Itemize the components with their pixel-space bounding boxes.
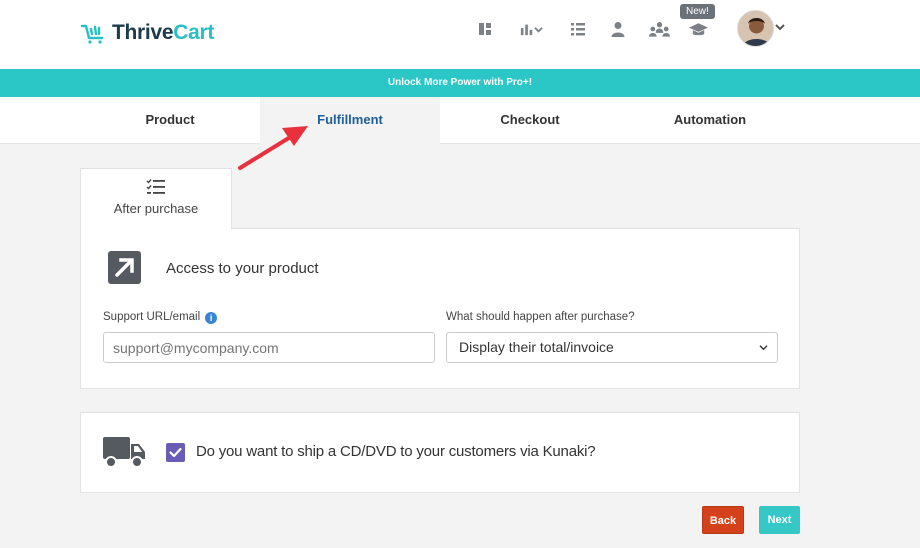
- logo-text: ThriveCart: [112, 21, 215, 44]
- kunaki-checkbox[interactable]: [166, 443, 185, 462]
- new-badge: New!: [680, 4, 715, 19]
- chevron-down-icon: [533, 26, 543, 33]
- external-link-arrow-icon: [108, 251, 141, 284]
- red-arrow-annotation: [238, 126, 308, 170]
- chevron-down-icon[interactable]: [775, 22, 785, 32]
- after-purchase-select[interactable]: Display their total/invoice: [446, 332, 778, 363]
- step-tabs: Product Fulfillment Checkout Automation: [0, 97, 920, 144]
- support-url-input[interactable]: [103, 332, 435, 363]
- chevron-down-icon: [759, 345, 768, 351]
- dashboard-icon[interactable]: [476, 20, 494, 38]
- tab-checkout[interactable]: Checkout: [440, 97, 620, 143]
- analytics-icon[interactable]: [516, 20, 546, 38]
- academy-icon[interactable]: [688, 20, 708, 38]
- thrivecart-logo[interactable]: ThriveCart: [80, 20, 214, 46]
- subtab-label: After purchase: [113, 201, 199, 216]
- top-navbar: ThriveCart New!: [0, 0, 920, 69]
- kunaki-shipping-card: Do you want to ship a CD/DVD to your cus…: [80, 412, 800, 493]
- checklist-icon: [146, 179, 165, 194]
- tab-automation[interactable]: Automation: [620, 97, 800, 143]
- info-icon[interactable]: i: [205, 312, 218, 324]
- subtab-after-purchase[interactable]: After purchase: [80, 168, 232, 229]
- cart-logo-icon: [80, 24, 104, 44]
- checkmark-icon: [169, 447, 182, 458]
- list-icon[interactable]: [569, 20, 587, 38]
- access-card-title: Access to your product: [166, 260, 319, 277]
- support-url-label: Support URL/email i: [103, 311, 218, 324]
- affiliates-icon[interactable]: [648, 20, 670, 38]
- access-product-card: Access to your product Support URL/email…: [80, 228, 800, 389]
- next-button[interactable]: Next: [759, 506, 800, 534]
- back-button[interactable]: Back: [702, 506, 744, 534]
- truck-icon: [103, 437, 145, 468]
- upgrade-banner[interactable]: Unlock More Power with Pro+!: [0, 69, 920, 97]
- kunaki-checkbox-label[interactable]: Do you want to ship a CD/DVD to your cus…: [196, 443, 596, 460]
- after-purchase-label: What should happen after purchase?: [446, 311, 635, 323]
- after-purchase-value: Display their total/invoice: [459, 339, 614, 355]
- user-avatar[interactable]: [737, 10, 774, 47]
- user-icon[interactable]: [609, 20, 627, 38]
